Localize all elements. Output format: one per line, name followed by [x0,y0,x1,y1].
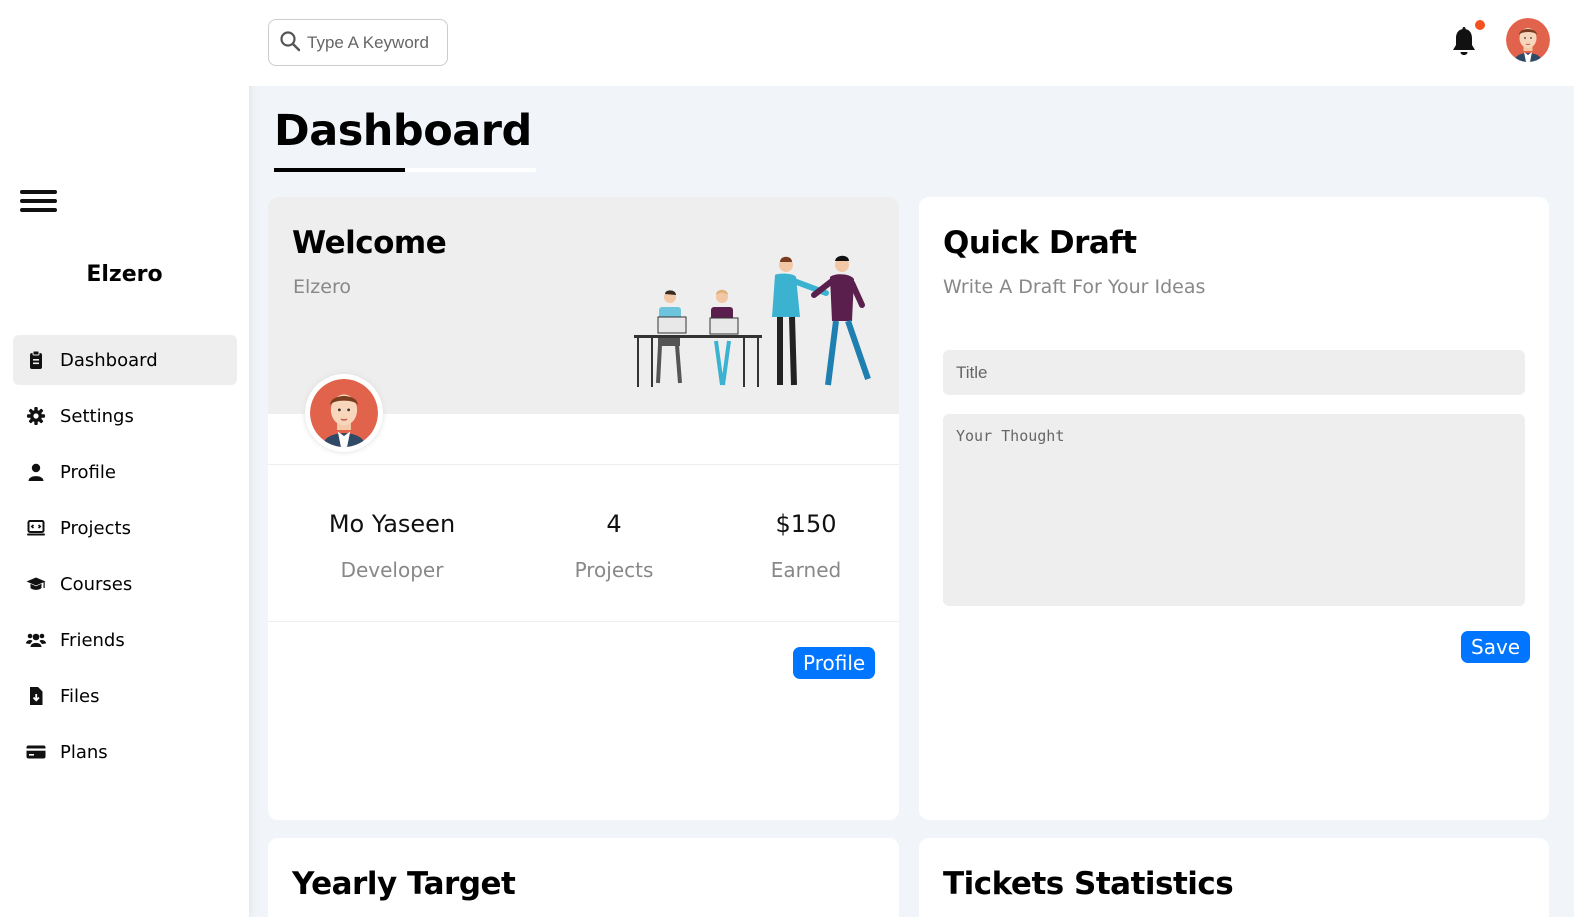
stat-label: Projects [574,558,654,582]
stat-label: Developer [340,558,444,582]
avatar[interactable] [1506,18,1550,62]
yearly-title: Yearly Target [292,866,516,902]
divider [268,464,899,465]
save-button[interactable]: Save [1461,631,1531,663]
stat-label: Earned [770,558,842,582]
sidebar-nav: Dashboard Settings Profile Projects Cour… [13,335,237,783]
stat-value: $150 [775,510,837,538]
users-icon [26,630,46,650]
clipboard-icon [26,350,46,370]
sidebar-item-label: Files [60,685,100,707]
quick-draft-card: Quick Draft Write A Draft For Your Ideas… [919,197,1549,820]
search-input[interactable] [307,32,437,53]
sidebar-item-label: Projects [60,517,131,539]
sidebar-item-label: Settings [60,405,134,427]
search-box[interactable] [268,19,448,66]
stat-value: 4 [606,510,622,538]
search-icon [279,30,301,56]
stat-value: Mo Yaseen [328,510,456,538]
profile-button[interactable]: Profile [793,647,876,679]
sidebar-item-label: Plans [60,741,108,763]
title-underline [274,168,405,172]
menu-toggle-icon[interactable] [20,190,57,216]
yearly-target-card: Yearly Target [268,838,899,917]
user-icon [26,462,46,482]
thought-textarea[interactable] [943,414,1525,606]
sidebar-item-courses[interactable]: Courses [13,559,237,609]
sidebar-item-projects[interactable]: Projects [13,503,237,553]
stat-name: Mo Yaseen Developer [312,510,472,582]
credit-card-icon [26,742,46,762]
title-input[interactable] [943,350,1525,395]
notification-dot [1475,20,1485,30]
tickets-statistics-card: Tickets Statistics [919,838,1549,917]
tickets-title: Tickets Statistics [943,866,1234,902]
sidebar-item-profile[interactable]: Profile [13,447,237,497]
team-illustration [634,255,871,387]
stat-projects: 4 Projects [554,510,674,582]
sidebar: Elzero Dashboard Settings Profile Projec… [0,0,249,917]
welcome-subtitle: Elzero [293,276,351,298]
sidebar-item-dashboard[interactable]: Dashboard [13,335,237,385]
graduation-cap-icon [26,574,46,594]
divider [268,621,899,622]
brand-name: Elzero [86,262,163,287]
welcome-title: Welcome [292,225,447,261]
diagram-project-icon [26,518,46,538]
sidebar-item-files[interactable]: Files [13,671,237,721]
draft-title: Quick Draft [943,225,1137,261]
file-download-icon [26,686,46,706]
sidebar-item-friends[interactable]: Friends [13,615,237,665]
top-header [249,0,1574,86]
sidebar-item-label: Courses [60,573,133,595]
sidebar-item-label: Profile [60,461,116,483]
gear-icon [26,406,46,426]
draft-subtitle: Write A Draft For Your Ideas [943,276,1206,298]
stat-earned: $150 Earned [746,510,866,582]
sidebar-item-label: Friends [60,629,125,651]
sidebar-item-settings[interactable]: Settings [13,391,237,441]
avatar[interactable] [305,374,383,452]
page-title: Dashboard [274,106,532,156]
welcome-card: Welcome Elzero Mo Yaseen Developer 4 Pro… [268,197,899,820]
sidebar-item-plans[interactable]: Plans [13,727,237,777]
bell-icon[interactable] [1449,26,1479,58]
sidebar-item-label: Dashboard [60,349,158,371]
